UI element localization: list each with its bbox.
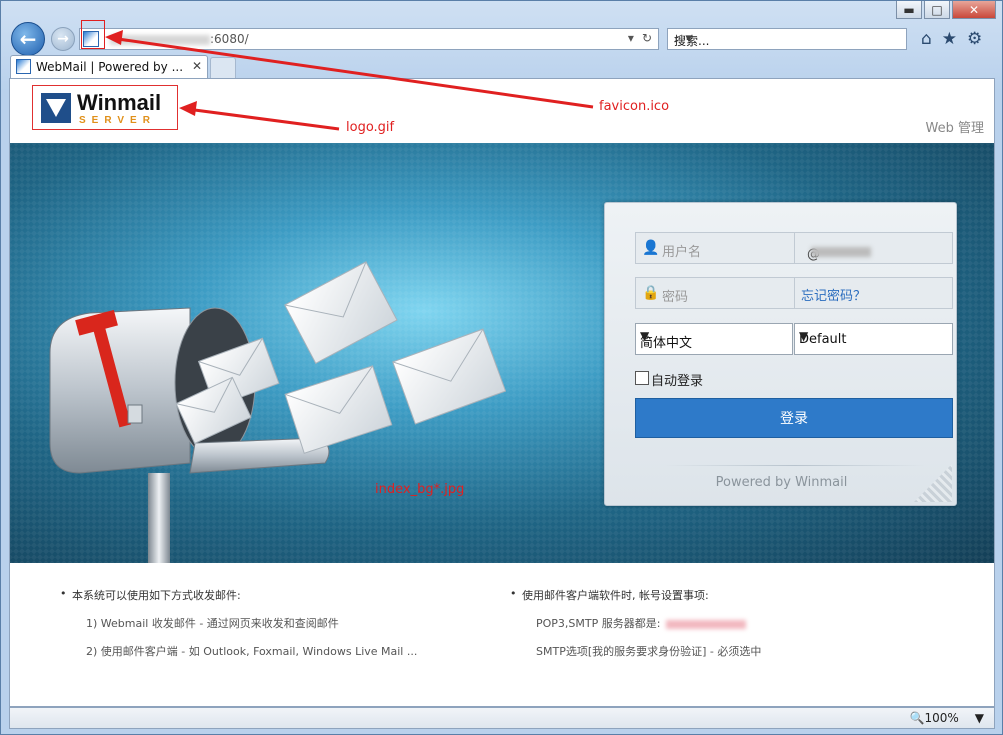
auto-login-checkbox[interactable] — [635, 371, 649, 385]
info-right-line: POP3,SMTP 服务器都是: — [510, 615, 761, 631]
address-bar-actions: ▾ ↻ — [628, 31, 652, 45]
skin-select[interactable]: Default ▼ — [794, 323, 953, 355]
annotation-background-file: index_bg*.jpg — [375, 482, 465, 497]
info-left-column: 本系统可以使用如下方式收发邮件: 1) Webmail 收发邮件 - 通过网页来… — [60, 587, 417, 671]
settings-gear-icon[interactable]: ⚙ — [967, 29, 982, 49]
info-right-column: 使用邮件客户端软件时, 帐号设置事项: POP3,SMTP 服务器都是: SMT… — [510, 587, 761, 671]
redacted-host — [110, 34, 210, 45]
dropdown-icon[interactable]: ▾ — [628, 31, 634, 45]
minimize-button[interactable]: ▬ — [896, 1, 922, 19]
hero-banner: index_bg*.jpg 👤 用户名 @ 🔒 密码 忘记密码？ — [10, 143, 994, 563]
status-bar: 🔍100% ▼ — [9, 707, 995, 729]
username-label: 用户名 — [662, 245, 702, 260]
server-label: POP3,SMTP 服务器都是: — [536, 617, 661, 630]
web-admin-link[interactable]: Web 管理 — [926, 117, 984, 136]
winmail-logo[interactable]: Winmail SERVER — [32, 85, 178, 130]
tab-webmail[interactable]: WebMail | Powered by ... ✕ — [10, 55, 208, 78]
tab-favicon-icon — [16, 59, 31, 74]
user-icon: 👤 — [642, 240, 660, 256]
zoom-control[interactable]: 🔍100% ▼ — [910, 711, 985, 725]
url-text[interactable]: :6080/ — [110, 32, 249, 46]
info-left-line: 2) 使用邮件客户端 - 如 Outlook, Foxmail, Windows… — [86, 645, 418, 658]
arrow-right-icon: → — [57, 31, 69, 47]
info-left-title: 本系统可以使用如下方式收发邮件: — [60, 587, 417, 603]
toolbar-icons: ⌂ ★ ⚙ — [921, 29, 982, 49]
chevron-down-icon: ▼ — [640, 329, 650, 343]
info-left-line: 1) Webmail 收发邮件 - 通过网页来收发和查阅邮件 — [86, 617, 339, 630]
annotation-logo: logo.gif — [346, 120, 395, 135]
powered-by-text: Powered by Winmail — [715, 475, 848, 490]
forward-button[interactable]: → — [51, 27, 75, 51]
home-icon[interactable]: ⌂ — [921, 29, 932, 49]
page-header: Winmail SERVER Web 管理 — [10, 79, 994, 143]
forgot-password-link[interactable]: 忘记密码？ — [801, 285, 866, 304]
address-bar[interactable]: :6080/ ▾ ↻ — [79, 28, 659, 50]
divider — [665, 465, 925, 466]
new-tab-button[interactable] — [210, 57, 236, 78]
info-right-line: SMTP选项[我的服务要求身份验证] - 必须选中 — [536, 645, 762, 658]
favorites-star-icon[interactable]: ★ — [942, 29, 957, 49]
domain-suffix: @ — [794, 233, 954, 263]
page-viewport: Winmail SERVER Web 管理 index_bg*.jpg 👤 用户… — [9, 78, 995, 707]
zoom-icon: 🔍 — [909, 711, 925, 725]
login-panel: 👤 用户名 @ 🔒 密码 忘记密码？ 简体中文 ▼ — [604, 202, 957, 506]
language-select[interactable]: 简体中文 ▼ — [635, 323, 793, 355]
url-port: :6080/ — [210, 32, 249, 46]
maximize-button[interactable]: □ — [924, 1, 950, 19]
tab-close-icon[interactable]: ✕ — [192, 59, 202, 73]
winmail-logo-mark-icon — [41, 93, 71, 123]
zoom-value: 🔍100% — [910, 711, 959, 725]
zoom-level: 100% — [924, 711, 959, 725]
login-button[interactable]: 登录 — [635, 398, 953, 438]
chevron-down-icon[interactable]: ▼ — [975, 711, 984, 725]
logo-title: Winmail — [77, 90, 162, 115]
password-label: 密码 — [662, 290, 689, 305]
auto-login-label[interactable]: 自动登录 — [651, 370, 703, 389]
username-field[interactable]: 👤 用户名 @ — [635, 232, 953, 264]
forgot-password-area: 忘记密码？ — [794, 278, 954, 308]
tab-title: WebMail | Powered by ... — [36, 60, 184, 74]
browser-window: ▬ □ ✕ ← → :6080/ ▾ ↻ 搜索... ⌕ ▾ ⌂ ★ ⚙ Web… — [0, 0, 1003, 735]
refresh-icon[interactable]: ↻ — [642, 31, 652, 45]
search-input[interactable]: 搜索... ⌕ ▾ — [667, 28, 907, 50]
info-right-title: 使用邮件客户端软件时, 帐号设置事项: — [510, 587, 761, 603]
close-window-button[interactable]: ✕ — [952, 1, 996, 19]
lock-icon: 🔒 — [642, 285, 660, 301]
back-button[interactable]: ← — [11, 22, 45, 56]
annotation-favicon: favicon.ico — [599, 99, 670, 114]
password-field[interactable]: 🔒 密码 忘记密码？ — [635, 277, 953, 309]
chevron-down-icon: ▼ — [799, 329, 809, 343]
redacted-server — [666, 619, 747, 629]
favicon-highlight-box — [81, 20, 105, 49]
redacted-domain — [811, 247, 871, 257]
search-icon[interactable]: ⌕ ▾ — [674, 31, 898, 46]
mailbox-illustration — [49, 261, 507, 563]
logo-subtitle: SERVER — [79, 115, 156, 126]
window-controls: ▬ □ ✕ — [896, 1, 996, 19]
arrow-left-icon: ← — [19, 27, 37, 51]
info-section: 本系统可以使用如下方式收发邮件: 1) Webmail 收发邮件 - 通过网页来… — [10, 563, 994, 706]
